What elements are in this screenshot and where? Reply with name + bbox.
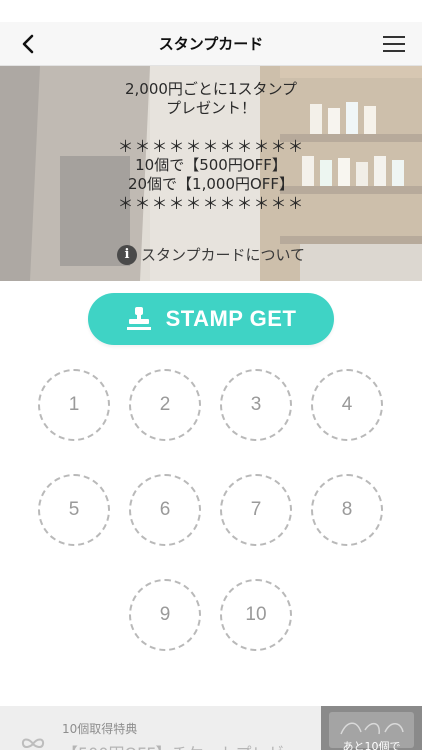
stamp-card-banner: 2,000円ごとに1スタンプ プレゼント！ ＊＊＊＊＊＊＊＊＊＊＊ 10個で【5… [0, 66, 422, 281]
reward-ticket-thumbnail: あと10個で [321, 706, 422, 750]
description-line: プレゼント！ [165, 99, 256, 117]
stamp-icon [126, 307, 151, 330]
page-title: スタンプカード [158, 35, 264, 53]
stamp-card-description: 2,000円ごとに1スタンプ プレゼント！ ＊＊＊＊＊＊＊＊＊＊＊ 10個で【5… [0, 80, 422, 213]
stamp-get-button[interactable]: STAMP GET [88, 293, 334, 345]
stamp-slot: 8 [311, 474, 383, 546]
description-line: 10個で【500円OFF】 [135, 156, 287, 174]
chevron-left-icon [22, 34, 34, 54]
remaining-count-label: あと10個で [342, 740, 401, 750]
hamburger-menu-icon [383, 36, 405, 52]
description-line: 20個で【1,000円OFF】 [127, 175, 295, 193]
decorative-stars: ＊＊＊＊＊＊＊＊＊＊＊ [117, 137, 305, 156]
description-line [0, 118, 422, 137]
info-icon: i [116, 244, 137, 265]
stamp-slot: 4 [311, 369, 383, 441]
decorative-stars: ＊＊＊＊＊＊＊＊＊＊＊ [117, 194, 305, 213]
stamp-slot: 2 [129, 369, 201, 441]
benefit-banner[interactable]: 10個取得特典 【500円OFF】チケットプレゼ あと10個で [0, 706, 422, 750]
stamp-slot: 9 [129, 579, 201, 651]
stamp-slot: 7 [220, 474, 292, 546]
about-stamp-card-link[interactable]: i スタンプカードについて [0, 244, 422, 265]
stamp-slot: 10 [220, 579, 292, 651]
back-button[interactable] [12, 28, 44, 60]
status-bar [0, 0, 422, 22]
stamp-get-label: STAMP GET [165, 306, 297, 331]
benefit-reward-text: 【500円OFF】チケットプレゼ [62, 740, 284, 750]
stamp-slot: 1 [38, 369, 110, 441]
description-line: 2,000円ごとに1スタンプ [124, 80, 298, 98]
menu-button[interactable] [378, 28, 410, 60]
about-link-label: スタンプカードについて [140, 246, 306, 264]
ribbon-icon [21, 738, 45, 748]
benefit-caption: 10個取得特典 [62, 722, 138, 736]
stamp-slot: 5 [38, 474, 110, 546]
navigation-bar: スタンプカード [0, 22, 422, 66]
stamp-slot: 3 [220, 369, 292, 441]
stamp-slot: 6 [129, 474, 201, 546]
